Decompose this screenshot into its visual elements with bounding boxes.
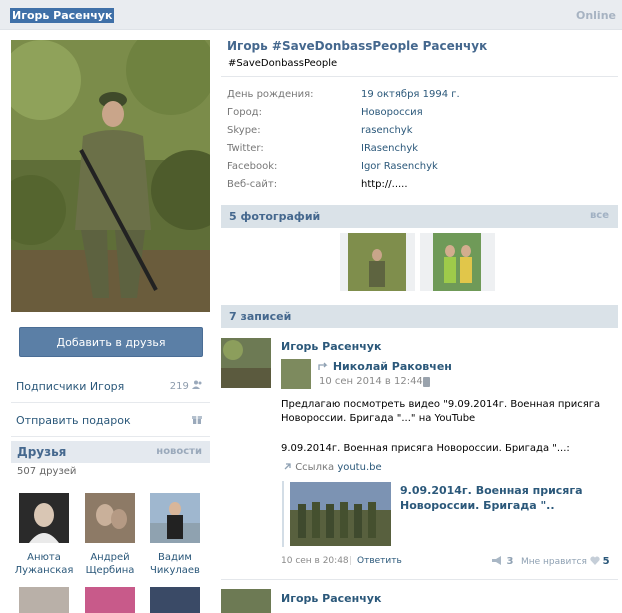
friend-item[interactable]: Анюта Лужанская <box>13 493 75 577</box>
skype-link[interactable]: rasenchyk <box>361 125 412 136</box>
photos-title: 5 фотографий <box>229 210 321 223</box>
photos-all-link[interactable]: все <box>590 210 609 221</box>
divider <box>221 579 618 580</box>
info-row-facebook: Facebook: Igor Rasenchyk <box>227 161 438 172</box>
facebook-link[interactable]: Igor Rasenchyk <box>361 161 438 172</box>
photo-thumb-image <box>340 233 415 291</box>
friend-avatar <box>150 493 200 543</box>
like-count: 5 <box>602 556 610 567</box>
friend-item[interactable]: Вадим Чикулаев <box>144 493 206 577</box>
photo-thumb-image <box>420 233 495 291</box>
post-date[interactable]: 10 сен в 20:48 <box>281 556 349 566</box>
people-icon <box>192 380 202 389</box>
photo-thumb[interactable] <box>420 233 495 291</box>
post-author-name[interactable]: Игорь Расенчук <box>281 340 381 353</box>
online-status: Online <box>575 9 616 22</box>
post-footer: 10 сен в 20:48 | Ответить 3 Мне нравится… <box>281 556 612 570</box>
share-button[interactable]: 3 <box>491 556 513 567</box>
friend-avatar <box>19 493 69 543</box>
send-gift-label: Отправить подарок <box>16 414 131 427</box>
friend-avatar <box>19 587 69 613</box>
friends-news-link[interactable]: новости <box>156 446 202 457</box>
subscribers-label: Подписчики Игоря <box>16 380 125 393</box>
friend-avatar <box>150 587 200 613</box>
wall-title: 7 записей <box>229 310 292 323</box>
birthday-link[interactable]: 19 октября 1994 г. <box>361 89 460 100</box>
info-row-website: Веб-сайт: http://..... <box>227 179 408 190</box>
post-text-2: 9.09.2014г. Военная присяга Новороссии. … <box>281 443 570 454</box>
send-gift-row[interactable]: Отправить подарок <box>11 403 210 437</box>
info-row-twitter: Twitter: IRasenchyk <box>227 143 419 154</box>
profile-status[interactable]: #SaveDonbassPeople <box>228 58 337 69</box>
repost-date[interactable]: 10 сен 2014 в 12:44 <box>319 376 423 387</box>
header-user-name[interactable]: Игорь Расенчук <box>10 8 115 23</box>
like-button[interactable]: Мне нравится 5 <box>521 556 610 567</box>
friend-name: Анюта Лужанская <box>14 552 74 576</box>
link-arrow-icon <box>284 463 291 470</box>
share-count: 3 <box>506 556 514 567</box>
add-friend-button[interactable]: Добавить в друзья <box>19 327 203 357</box>
post-author-avatar[interactable] <box>221 338 271 388</box>
profile-page: Добавить в друзья Подписчики Игоря 219 О… <box>0 30 622 613</box>
repost-author-name[interactable]: Николай Раковчен <box>318 360 452 373</box>
mobile-icon <box>423 377 430 387</box>
friend-avatar <box>85 493 135 543</box>
subscribers-count-value: 219 <box>169 381 189 392</box>
info-row-birthday: День рождения: 19 октября 1994 г. <box>227 89 460 100</box>
divider <box>221 76 618 77</box>
profile-info: День рождения: 19 октября 1994 г. Город: Н… <box>227 89 617 197</box>
post-text: Предлагаю посмотреть видео "9.09.2014г. … <box>281 399 601 424</box>
website-value[interactable]: http://..... <box>361 179 408 190</box>
subscribers-row[interactable]: Подписчики Игоря 219 <box>11 369 210 403</box>
repost-author-label: Николай Раковчен <box>332 360 452 373</box>
footer-divider: | <box>349 556 353 566</box>
heart-icon <box>590 556 600 565</box>
top-bar: Игорь Расенчук Online <box>0 0 622 30</box>
twitter-link[interactable]: IRasenchyk <box>361 143 418 154</box>
profile-photo[interactable] <box>11 40 210 312</box>
info-row-city: Город: Новороссия <box>227 107 423 118</box>
video-title[interactable]: 9.09.2014г. Военная присяга Новороссии. … <box>400 483 600 513</box>
friend-item[interactable] <box>13 587 75 613</box>
friends-title: Друзья <box>17 445 67 459</box>
profile-name: Игорь #SaveDonbassPeople Расенчук <box>227 39 488 53</box>
post-author-name[interactable]: Игорь Расенчук <box>281 592 381 605</box>
photos-header[interactable]: 5 фотографий все <box>221 205 618 228</box>
friend-name: Андрей Щербина <box>85 552 135 576</box>
friend-item[interactable] <box>79 587 141 613</box>
wall-header: 7 записей <box>221 305 618 328</box>
link-label: Ссылка <box>295 462 335 473</box>
subscribers-count: 219 <box>170 380 202 392</box>
friend-avatar <box>85 587 135 613</box>
repost-author-avatar[interactable] <box>281 359 311 389</box>
megaphone-icon <box>492 556 501 565</box>
friend-item[interactable] <box>144 587 206 613</box>
video-thumbnail[interactable] <box>290 482 391 546</box>
reply-link[interactable]: Ответить <box>357 556 402 566</box>
city-link[interactable]: Новороссия <box>361 107 423 118</box>
post-link[interactable]: Ссылка youtu.be <box>283 462 382 473</box>
friend-item[interactable]: Андрей Щербина <box>79 493 141 577</box>
post-author-avatar[interactable] <box>221 589 271 613</box>
gift-icon <box>192 414 202 427</box>
video-thumbnail-image <box>290 482 391 546</box>
attachment-border <box>282 481 284 547</box>
soldier-photo-image <box>11 40 210 312</box>
info-row-skype: Skype: rasenchyk <box>227 125 413 136</box>
link-url[interactable]: youtu.be <box>337 462 381 473</box>
friends-count: 507 друзей <box>17 466 77 477</box>
post-author-avatar-image <box>221 338 271 388</box>
repost-arrow-icon <box>318 362 328 370</box>
like-label: Мне нравится <box>521 557 587 567</box>
photo-thumb[interactable] <box>340 233 415 291</box>
friend-name: Вадим Чикулаев <box>150 552 200 576</box>
friends-header[interactable]: Друзья новости <box>11 441 210 463</box>
